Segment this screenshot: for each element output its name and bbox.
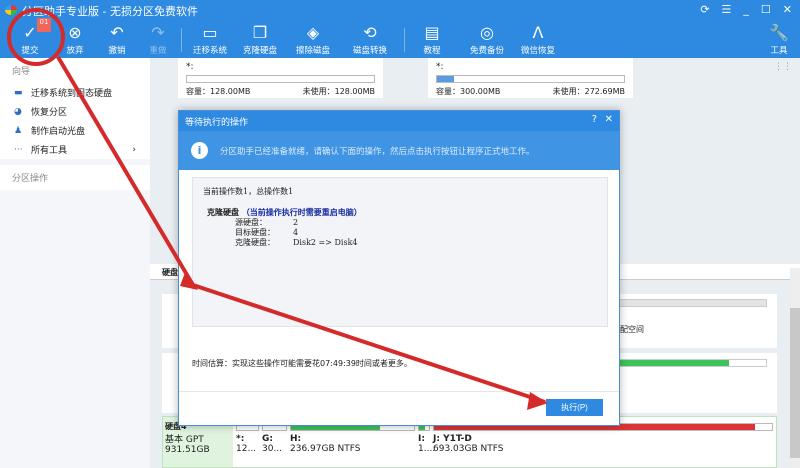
usage-bar bbox=[436, 75, 625, 83]
more-icon: ··· bbox=[14, 144, 23, 155]
title-toolbar: 分区助手专业版 - 无损分区免费软件 ⟳ ☰ _ ☐ ✕ ✓ 提交 01 ⊗ 放弃 … bbox=[0, 0, 800, 58]
backup-icon: ◎ bbox=[480, 23, 494, 42]
info-icon: i bbox=[191, 142, 208, 159]
minimize-button[interactable]: _ bbox=[743, 3, 749, 16]
maximize-button[interactable]: ☐ bbox=[761, 3, 771, 16]
migrate-os-button[interactable]: ▭ 迁移系统 bbox=[185, 22, 235, 56]
partition-block[interactable]: H: 236.97GB NTFS bbox=[290, 420, 415, 464]
tutorial-icon: ▤ bbox=[424, 23, 440, 42]
help-icon[interactable]: ? bbox=[592, 114, 597, 125]
scrollbar[interactable] bbox=[790, 268, 800, 468]
app-logo-icon bbox=[5, 5, 17, 15]
tutorial-button[interactable]: ▤ 教程 bbox=[407, 22, 457, 56]
wipe-disk-button[interactable]: ◈ 擦除磁盘 bbox=[288, 22, 338, 56]
convert-disk-button[interactable]: ⟲ 磁盘转换 bbox=[345, 22, 395, 56]
disk-icon: ▬ bbox=[14, 87, 23, 98]
wechat-recover-button[interactable]: Λ 微信恢复 bbox=[513, 22, 563, 56]
sidebar: 向导 ▬ 迁移系统到固态硬盘 ◕ 恢复分区 ♟ 制作启动光盘 ··· 所有工具 › 分区操… bbox=[0, 58, 150, 468]
operations-list: 当前操作数1，总操作数1 克隆硬盘 （当前操作执行时需要重启电脑） 源硬盘： 2 … bbox=[192, 177, 608, 327]
partition-block[interactable]: I: 1.... bbox=[418, 420, 435, 464]
sidebar-item-recover-partition[interactable]: ◕ 恢复分区 bbox=[0, 102, 150, 121]
execute-button[interactable]: 执行(P) bbox=[546, 399, 603, 416]
close-icon[interactable]: ✕ bbox=[605, 114, 613, 125]
pie-icon: ◕ bbox=[14, 106, 22, 117]
redo-button[interactable]: ↷ 重做 bbox=[133, 22, 183, 56]
sidebar-item-all-tools[interactable]: ··· 所有工具 › bbox=[0, 140, 150, 159]
users-icon: ♟ bbox=[14, 125, 23, 136]
usage-bar bbox=[186, 75, 375, 83]
tools-button[interactable]: 🔧 工具 bbox=[754, 22, 800, 56]
close-button[interactable]: ✕ bbox=[783, 3, 792, 16]
partition-block[interactable]: *: 12... bbox=[236, 420, 259, 464]
wipe-icon: ◈ bbox=[306, 23, 320, 42]
divider bbox=[404, 28, 405, 52]
clone-disk-button[interactable]: ❐ 克隆硬盘 bbox=[235, 22, 285, 56]
redo-icon: ↷ bbox=[151, 23, 165, 42]
recover-icon: Λ bbox=[532, 23, 544, 42]
pending-count-badge: 01 bbox=[37, 18, 51, 32]
view-toggle-icon[interactable]: ⋮⋮ bbox=[774, 62, 792, 72]
sidebar-item-migrate-ssd[interactable]: ▬ 迁移系统到固态硬盘 bbox=[0, 83, 150, 102]
migrate-icon: ▭ bbox=[202, 23, 218, 42]
menu-icon[interactable]: ☰ bbox=[722, 3, 732, 16]
chevron-right-icon: › bbox=[132, 144, 136, 155]
refresh-icon[interactable]: ⟳ bbox=[700, 3, 709, 16]
wizard-heading: 向导 bbox=[0, 58, 150, 83]
partition-card[interactable]: *: 容量：128.00MB 未使用：128.00MB bbox=[178, 58, 383, 98]
divider bbox=[181, 28, 182, 52]
partition-card[interactable]: *: 容量：300.00MB 未使用：272.69MB bbox=[428, 58, 633, 98]
partition-block[interactable]: G: 30... bbox=[262, 420, 287, 464]
time-estimate: 时间估算：实现这些操作可能需要花07:49:39时间或者更多。 bbox=[192, 359, 412, 368]
convert-icon: ⟲ bbox=[363, 23, 377, 42]
backup-button[interactable]: ◎ 免费备份 bbox=[462, 22, 512, 56]
pending-operations-dialog: 等待执行的操作 ? ✕ i 分区助手已经准备就绪，请确认下面的操作，然后点击执行按… bbox=[178, 110, 620, 426]
partition-ops-heading: 分区操作 bbox=[0, 165, 150, 190]
partition-block[interactable]: J: Y1T-D 693.03GB NTFS bbox=[433, 420, 773, 464]
wrench-icon: 🔧 bbox=[769, 23, 789, 42]
clone-icon: ❐ bbox=[252, 23, 268, 42]
sidebar-item-boot-disc[interactable]: ♟ 制作启动光盘 bbox=[0, 121, 150, 140]
dialog-title: 等待执行的操作 bbox=[185, 118, 249, 128]
window-title: 分区助手专业版 - 无损分区免费软件 bbox=[22, 5, 198, 18]
